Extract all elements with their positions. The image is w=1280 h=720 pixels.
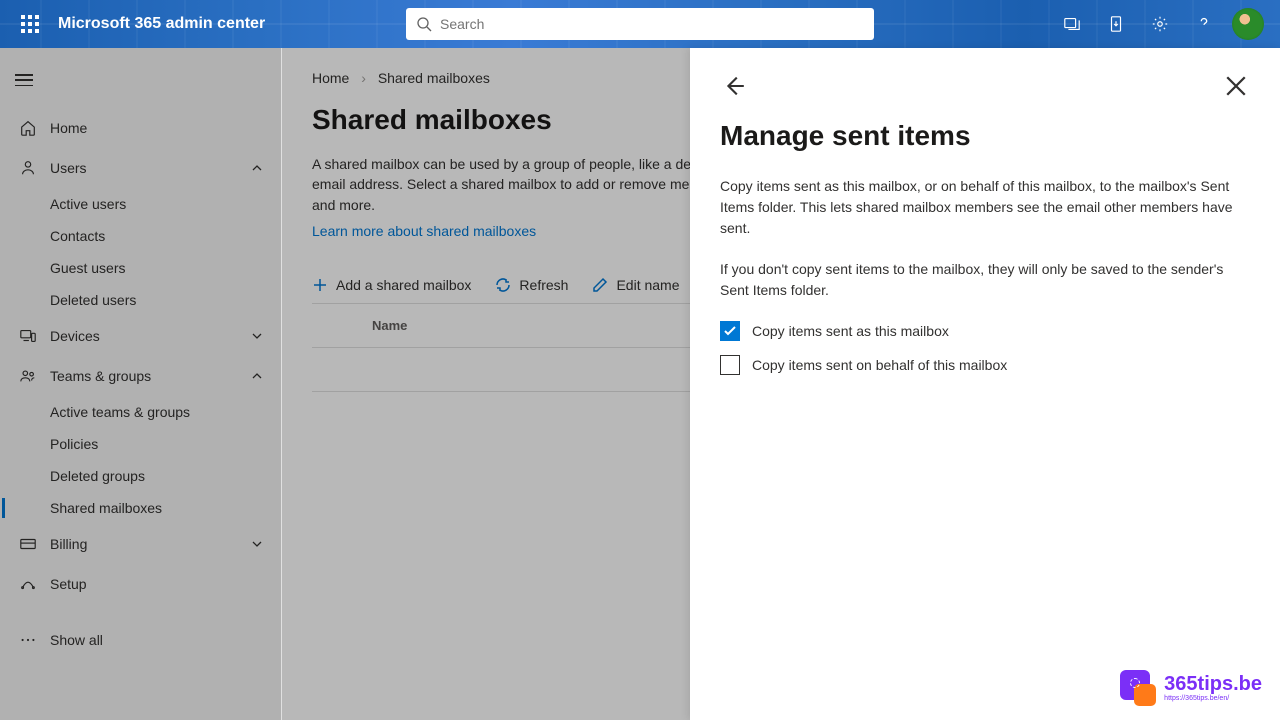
checkbox-label-1: Copy items sent as this mailbox: [752, 323, 949, 339]
waffle-icon: [21, 15, 39, 33]
teams-icon: [18, 366, 38, 386]
panel-paragraph-1: Copy items sent as this mailbox, or on b…: [720, 176, 1250, 239]
nav-show-all[interactable]: Show all: [0, 620, 281, 660]
nav-shared-mailboxes[interactable]: Shared mailboxes: [0, 492, 281, 524]
menu-icon: [15, 74, 33, 86]
nav-active-teams[interactable]: Active teams & groups: [0, 396, 281, 428]
chevron-down-icon: [251, 538, 263, 550]
nav-policies[interactable]: Policies: [0, 428, 281, 460]
nav-contacts[interactable]: Contacts: [0, 220, 281, 252]
search-box[interactable]: [406, 8, 874, 40]
edit-icon: [592, 277, 608, 293]
search-input[interactable]: [440, 16, 864, 32]
logo-text: 365tips.be: [1164, 673, 1262, 695]
refresh-button[interactable]: Refresh: [495, 277, 568, 293]
nav-users-label: Users: [50, 160, 87, 176]
search-icon: [416, 16, 432, 32]
breadcrumb-separator: ›: [361, 70, 366, 86]
help-icon[interactable]: [1182, 0, 1226, 48]
nav-setup[interactable]: Setup: [0, 564, 281, 604]
close-icon: [1222, 72, 1250, 100]
add-mailbox-button[interactable]: Add a shared mailbox: [312, 277, 471, 293]
checkbox-sent-as[interactable]: Copy items sent as this mailbox: [720, 321, 1250, 341]
breadcrumb-current: Shared mailboxes: [378, 70, 490, 86]
user-avatar[interactable]: [1232, 8, 1264, 40]
nav-devices-label: Devices: [50, 328, 100, 344]
chevron-up-icon: [251, 162, 263, 174]
nav-active-users[interactable]: Active users: [0, 188, 281, 220]
logo-icon: [1120, 670, 1156, 706]
nav-billing[interactable]: Billing: [0, 524, 281, 564]
panel-paragraph-2: If you don't copy sent items to the mail…: [720, 259, 1250, 301]
checkbox-sent-on-behalf[interactable]: Copy items sent on behalf of this mailbo…: [720, 355, 1250, 375]
settings-icon[interactable]: [1138, 0, 1182, 48]
refresh-icon: [495, 277, 511, 293]
flyout-panel: Manage sent items Copy items sent as thi…: [690, 48, 1280, 720]
left-nav: Home Users Active users Contacts Guest u…: [0, 48, 282, 720]
learn-more-link[interactable]: Learn more about shared mailboxes: [312, 223, 536, 239]
billing-icon: [18, 534, 38, 554]
nav-deleted-users[interactable]: Deleted users: [0, 284, 281, 316]
top-bar: Microsoft 365 admin center: [0, 0, 1280, 48]
user-icon: [18, 158, 38, 178]
nav-home-label: Home: [50, 120, 87, 136]
ellipsis-icon: [18, 630, 38, 650]
nav-deleted-groups[interactable]: Deleted groups: [0, 460, 281, 492]
edit-name-button[interactable]: Edit name: [592, 277, 679, 293]
nav-toggle-button[interactable]: [0, 56, 48, 104]
chevron-down-icon: [251, 330, 263, 342]
panel-close-button[interactable]: [1222, 72, 1250, 100]
nav-show-all-label: Show all: [50, 632, 103, 648]
chevron-up-icon: [251, 370, 263, 382]
nav-guest-users[interactable]: Guest users: [0, 252, 281, 284]
logo-subtext: https://365tips.be/en/: [1164, 695, 1262, 702]
panel-back-button[interactable]: [720, 72, 748, 100]
app-launcher-button[interactable]: [10, 0, 50, 48]
breadcrumb-home[interactable]: Home: [312, 70, 349, 86]
check-icon: [723, 324, 737, 338]
cards-icon[interactable]: [1050, 0, 1094, 48]
checkbox-input-unchecked[interactable]: [720, 355, 740, 375]
devices-icon: [18, 326, 38, 346]
nav-billing-label: Billing: [50, 536, 87, 552]
arrow-left-icon: [720, 72, 748, 100]
watermark-logo: 365tips.be https://365tips.be/en/: [1120, 670, 1262, 706]
nav-devices[interactable]: Devices: [0, 316, 281, 356]
home-icon: [18, 118, 38, 138]
nav-setup-label: Setup: [50, 576, 87, 592]
column-name[interactable]: Name: [372, 318, 407, 333]
plus-icon: [312, 277, 328, 293]
app-title: Microsoft 365 admin center: [58, 15, 265, 33]
nav-teams-label: Teams & groups: [50, 368, 151, 384]
nav-teams[interactable]: Teams & groups: [0, 356, 281, 396]
setup-icon: [18, 574, 38, 594]
nav-users[interactable]: Users: [0, 148, 281, 188]
panel-title: Manage sent items: [720, 120, 1250, 152]
install-icon[interactable]: [1094, 0, 1138, 48]
nav-home[interactable]: Home: [0, 108, 281, 148]
checkbox-input-checked[interactable]: [720, 321, 740, 341]
checkbox-label-2: Copy items sent on behalf of this mailbo…: [752, 357, 1007, 373]
